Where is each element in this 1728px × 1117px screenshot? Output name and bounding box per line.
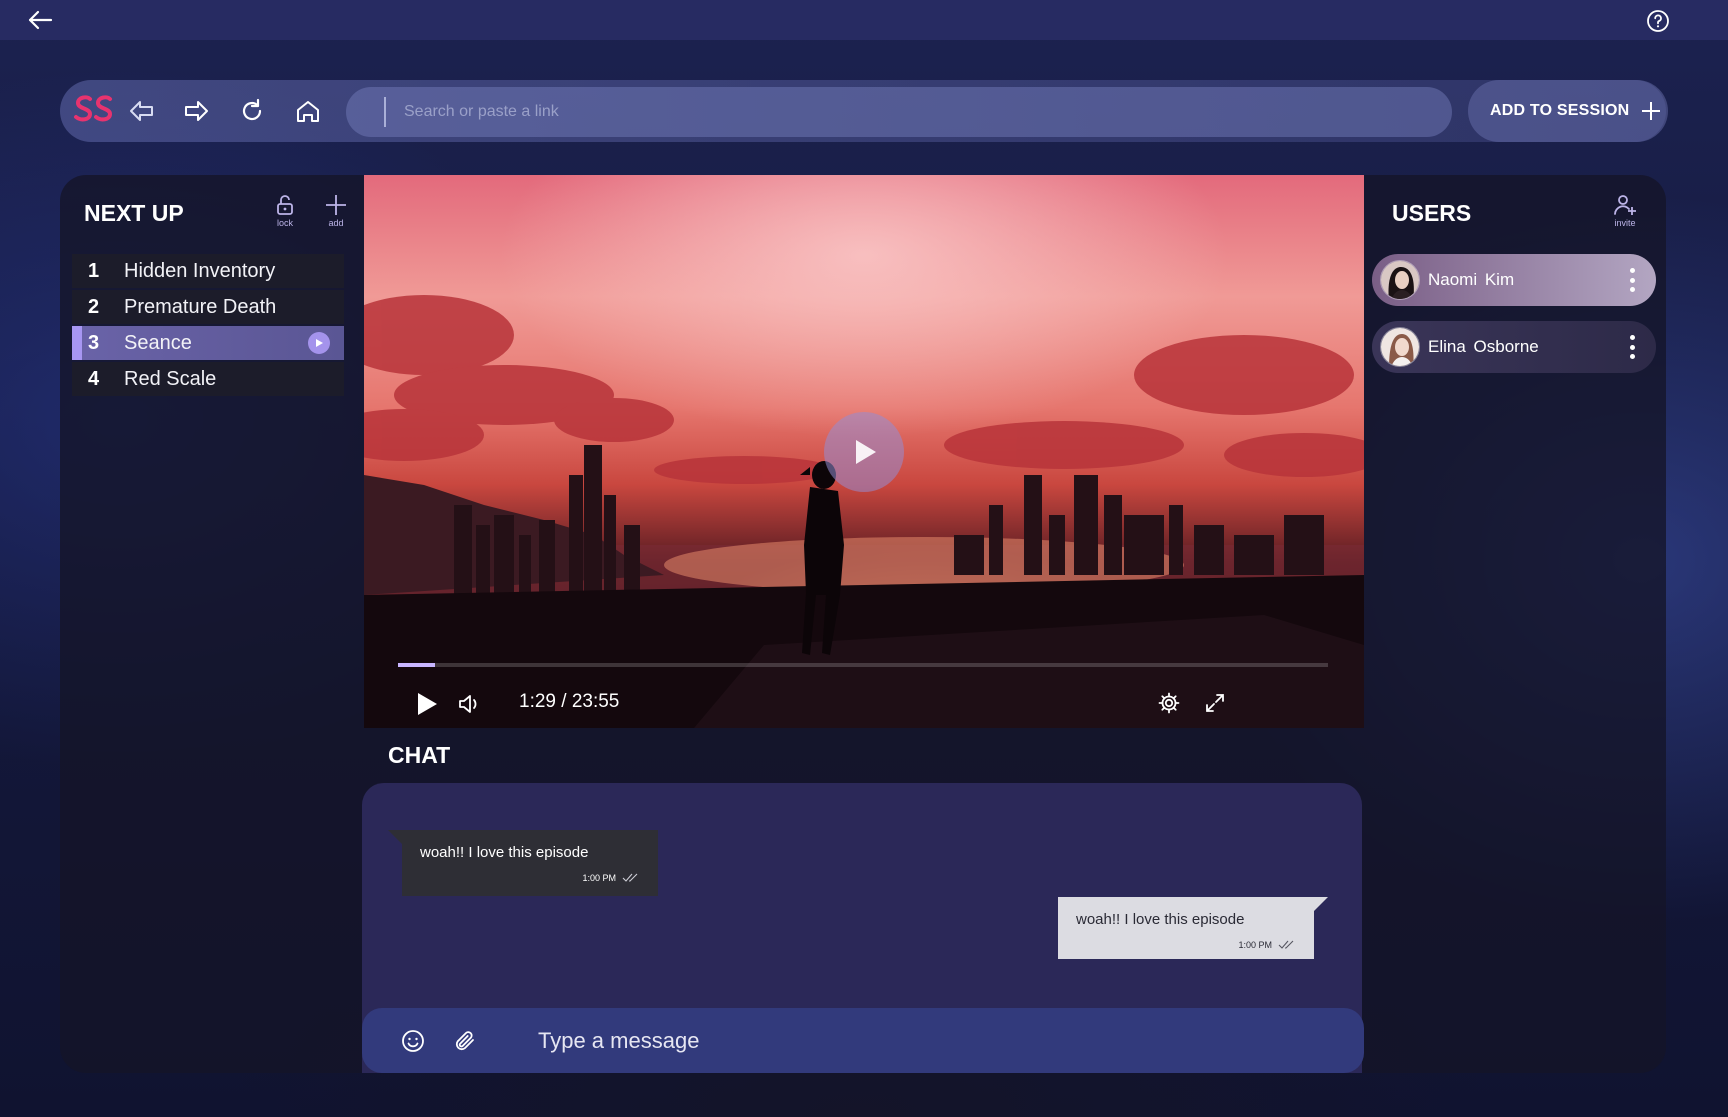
playlist-item-number: 4 [88, 367, 100, 390]
gear-icon [1158, 692, 1180, 714]
search-input[interactable] [404, 87, 1434, 137]
playback-time: 1:29 / 23:55 [519, 691, 620, 712]
progress-fill [398, 663, 436, 667]
emoji-button[interactable] [400, 1028, 426, 1054]
playlist-item[interactable]: 2 Premature Death [72, 290, 344, 324]
app-logo [72, 92, 116, 128]
play-icon [856, 440, 876, 464]
user-name: Elina Osborne [1428, 337, 1539, 356]
home-icon[interactable] [294, 98, 322, 124]
nav-forward-icon[interactable] [182, 98, 210, 124]
invite-button[interactable]: invite [1605, 194, 1645, 238]
paperclip-icon [455, 1031, 474, 1051]
expand-icon [1206, 694, 1224, 712]
playlist-item[interactable]: 4 Red Scale [72, 362, 344, 396]
add-label: add [328, 218, 344, 228]
user-card[interactable]: Naomi Kim [1372, 254, 1656, 306]
smiley-icon [402, 1030, 424, 1052]
playlist-item-title: Red Scale [124, 367, 217, 390]
add-to-session-button[interactable]: ADD TO SESSION [1468, 80, 1668, 142]
play-button[interactable] [414, 691, 440, 717]
more-options-icon[interactable] [1630, 268, 1636, 292]
user-name: Naomi Kim [1428, 270, 1515, 289]
user-card[interactable]: Elina Osborne [1372, 321, 1656, 373]
playlist-item-title: Hidden Inventory [124, 259, 276, 282]
more-options-icon[interactable] [1630, 335, 1636, 359]
search-bar[interactable] [346, 87, 1452, 137]
add-user-icon [1614, 195, 1636, 215]
add-to-session-label: ADD TO SESSION [1490, 102, 1630, 119]
message-time: 1:00 PM [1238, 940, 1272, 950]
video-player[interactable]: 1:29 / 23:55 [364, 175, 1364, 728]
playlist-item-number: 1 [88, 259, 100, 282]
message-text: woah!! I love this episode [1076, 911, 1245, 928]
avatar [1380, 327, 1420, 367]
nav-back-icon[interactable] [128, 98, 156, 124]
double-check-icon [622, 873, 638, 882]
fullscreen-button[interactable] [1202, 690, 1228, 716]
message-input[interactable] [538, 1008, 1338, 1073]
reload-icon[interactable] [238, 98, 266, 124]
top-bar [0, 0, 1728, 40]
message-composer [362, 1008, 1364, 1073]
play-icon [418, 693, 437, 715]
big-play-button[interactable] [824, 412, 904, 492]
now-playing-icon[interactable] [308, 332, 330, 354]
back-arrow-icon[interactable] [26, 8, 54, 32]
plus-icon [1642, 102, 1661, 120]
lock-label: lock [276, 218, 293, 228]
playlist-item[interactable]: 1 Hidden Inventory [72, 254, 344, 288]
avatar [1380, 260, 1420, 300]
volume-button[interactable] [456, 691, 482, 717]
unlock-icon [277, 195, 293, 215]
playlist-item-number: 3 [88, 331, 100, 354]
playlist-item-title: Premature Death [124, 295, 277, 318]
volume-icon [459, 695, 477, 713]
next-up-title: NEXT UP [84, 200, 184, 226]
message-text: woah!! I love this episode [420, 844, 589, 861]
progress-bar[interactable] [398, 663, 1328, 667]
message-time: 1:00 PM [582, 873, 616, 883]
playlist-item-title: Seance [124, 331, 192, 354]
add-to-queue-button[interactable]: add [316, 194, 356, 238]
invite-label: invite [1614, 218, 1636, 228]
search-caret [384, 97, 386, 127]
double-check-icon [1278, 940, 1294, 949]
playlist-item-active[interactable]: 3 Seance [72, 326, 344, 360]
next-up-list: 1 Hidden Inventory 2 Premature Death 3 S… [72, 254, 344, 398]
settings-button[interactable] [1156, 690, 1182, 716]
lock-button[interactable]: lock [265, 194, 305, 238]
chat-message-incoming: woah!! I love this episode 1:00 PM [388, 830, 658, 896]
chat-title: CHAT [388, 742, 451, 768]
chat-message-outgoing: woah!! I love this episode 1:00 PM [1058, 897, 1328, 959]
users-title: USERS [1392, 200, 1472, 226]
help-icon[interactable] [1645, 8, 1671, 34]
playlist-item-number: 2 [88, 295, 100, 318]
plus-icon [326, 195, 346, 215]
attach-button[interactable] [452, 1028, 478, 1054]
